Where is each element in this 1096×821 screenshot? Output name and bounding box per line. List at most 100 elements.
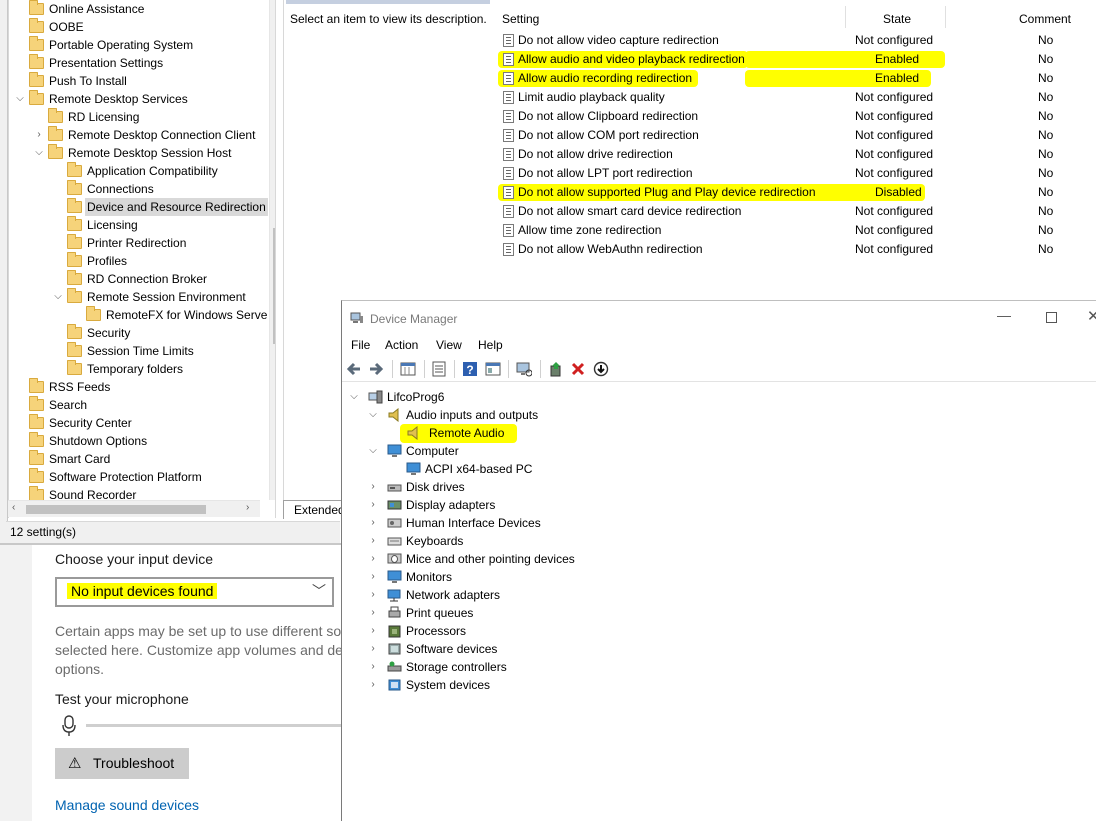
- device-tree-item[interactable]: ⌵ Computer: [342, 442, 742, 460]
- tree-item[interactable]: Temporary folders: [9, 360, 269, 378]
- column-header-comment[interactable]: Comment: [1019, 12, 1071, 26]
- column-header-setting[interactable]: Setting: [502, 12, 539, 26]
- troubleshoot-button[interactable]: ⚠ Troubleshoot: [55, 748, 189, 779]
- tree-item[interactable]: Presentation Settings: [9, 54, 269, 72]
- chevron-right-icon[interactable]: ›: [368, 550, 378, 568]
- properties-grid-icon[interactable]: [400, 361, 416, 377]
- column-header-state[interactable]: State: [883, 12, 911, 26]
- title-bar[interactable]: Device Manager — ✕: [342, 301, 1096, 334]
- scroll-down-arrow-icon[interactable]: ▼: [274, 486, 275, 496]
- device-tree-item[interactable]: › Keyboards: [342, 532, 742, 550]
- setting-row[interactable]: Do not allow smart card device redirecti…: [495, 202, 1096, 221]
- chevron-right-icon[interactable]: ›: [368, 532, 378, 550]
- device-tree-item[interactable]: › Human Interface Devices: [342, 514, 742, 532]
- tree-item[interactable]: Licensing: [9, 216, 269, 234]
- setting-row[interactable]: Do not allow COM port redirection Not con…: [495, 126, 1096, 145]
- chevron-right-icon[interactable]: ›: [368, 496, 378, 514]
- manage-sound-devices-link[interactable]: Manage sound devices: [55, 797, 199, 813]
- tree-item[interactable]: Shutdown Options: [9, 432, 269, 450]
- setting-row[interactable]: Allow audio recording redirection Enabled…: [495, 69, 1096, 88]
- setting-row[interactable]: Do not allow supported Plug and Play dev…: [495, 183, 1096, 202]
- device-tree-item[interactable]: › System devices: [342, 676, 742, 694]
- policy-tree[interactable]: Online Assistance OOBE Portable Operating …: [8, 0, 276, 518]
- disable-device-icon[interactable]: [593, 361, 609, 377]
- maximize-icon[interactable]: [1046, 312, 1057, 323]
- chevron-right-icon[interactable]: ›: [368, 640, 378, 658]
- forward-arrow-icon[interactable]: [368, 361, 384, 377]
- tree-item[interactable]: OOBE: [9, 18, 269, 36]
- device-tree-item[interactable]: › Network adapters: [342, 586, 742, 604]
- tree-item[interactable]: Portable Operating System: [9, 36, 269, 54]
- scrollbar-thumb[interactable]: [26, 505, 206, 514]
- tree-item[interactable]: ⌵ Remote Desktop Session Host: [9, 144, 269, 162]
- setting-row[interactable]: Allow time zone redirection Not configure…: [495, 221, 1096, 240]
- input-device-dropdown[interactable]: No input devices found ﹀: [55, 577, 334, 607]
- chevron-right-icon[interactable]: ›: [368, 676, 378, 694]
- tree-item[interactable]: Application Compatibility: [9, 162, 269, 180]
- tree-horizontal-scrollbar[interactable]: ‹ ›: [8, 500, 260, 517]
- setting-row[interactable]: Limit audio playback quality Not configur…: [495, 88, 1096, 107]
- setting-row[interactable]: Do not allow drive redirection Not config…: [495, 145, 1096, 164]
- menu-view[interactable]: View: [436, 338, 462, 352]
- tree-item[interactable]: Profiles: [9, 252, 269, 270]
- update-driver-icon[interactable]: [548, 361, 564, 377]
- uninstall-device-icon[interactable]: [570, 361, 586, 377]
- chevron-right-icon[interactable]: ›: [368, 622, 378, 640]
- scroll-left-arrow-icon[interactable]: ‹: [12, 502, 15, 513]
- chevron-right-icon[interactable]: ›: [368, 658, 378, 676]
- device-tree-item[interactable]: › Monitors: [342, 568, 742, 586]
- device-tree-item[interactable]: › Mice and other pointing devices: [342, 550, 742, 568]
- device-tree-item[interactable]: ⌵ Audio inputs and outputs: [342, 406, 742, 424]
- setting-row[interactable]: Do not allow Clipboard redirection Not co…: [495, 107, 1096, 126]
- device-tree-item[interactable]: › Software devices: [342, 640, 742, 658]
- device-tree-item[interactable]: › Disk drives: [342, 478, 742, 496]
- chevron-down-icon[interactable]: ⌵: [368, 442, 378, 460]
- device-tree-item[interactable]: › Processors: [342, 622, 742, 640]
- chevron-right-icon[interactable]: ›: [34, 126, 44, 144]
- scrollbar-thumb[interactable]: [273, 228, 275, 344]
- tree-item[interactable]: Device and Resource Redirection: [9, 198, 269, 216]
- column-divider[interactable]: [945, 6, 946, 28]
- chevron-right-icon[interactable]: ›: [368, 514, 378, 532]
- tree-item[interactable]: Online Assistance: [9, 0, 269, 18]
- tree-item[interactable]: Connections: [9, 180, 269, 198]
- chevron-right-icon[interactable]: ›: [368, 478, 378, 496]
- menu-action[interactable]: Action: [385, 338, 418, 352]
- tree-item[interactable]: ⌵ Remote Session Environment: [9, 288, 269, 306]
- scan-hardware-icon[interactable]: [516, 361, 532, 377]
- setting-row[interactable]: Allow audio and video playback redirecti…: [495, 50, 1096, 69]
- help-icon[interactable]: ?: [462, 361, 478, 377]
- close-icon[interactable]: ✕: [1087, 307, 1096, 325]
- tree-item[interactable]: Smart Card: [9, 450, 269, 468]
- details-pane-icon[interactable]: [485, 361, 501, 377]
- setting-row[interactable]: Do not allow video capture redirection No…: [495, 31, 1096, 50]
- chevron-down-icon[interactable]: ⌵: [15, 90, 25, 108]
- list-view-icon[interactable]: [431, 361, 447, 377]
- scroll-right-arrow-icon[interactable]: ›: [246, 502, 249, 513]
- menu-help[interactable]: Help: [478, 338, 503, 352]
- chevron-right-icon[interactable]: ›: [368, 586, 378, 604]
- device-tree-item[interactable]: › Print queues: [342, 604, 742, 622]
- chevron-down-icon[interactable]: ⌵: [368, 406, 378, 424]
- tree-item[interactable]: Printer Redirection: [9, 234, 269, 252]
- tree-item[interactable]: Search: [9, 396, 269, 414]
- chevron-right-icon[interactable]: ›: [368, 604, 378, 622]
- setting-row[interactable]: Do not allow WebAuthn redirection Not con…: [495, 240, 1096, 259]
- chevron-down-icon[interactable]: ⌵: [349, 388, 359, 406]
- back-arrow-icon[interactable]: [346, 361, 362, 377]
- device-tree-item[interactable]: ACPI x64-based PC: [342, 460, 742, 478]
- chevron-down-icon[interactable]: ⌵: [34, 144, 44, 162]
- tree-item[interactable]: ⌵ Remote Desktop Services: [9, 90, 269, 108]
- tree-item[interactable]: Security: [9, 324, 269, 342]
- tab-extended[interactable]: Extended: [283, 500, 343, 519]
- tree-item[interactable]: Session Time Limits: [9, 342, 269, 360]
- tree-item[interactable]: RSS Feeds: [9, 378, 269, 396]
- tree-item[interactable]: Push To Install: [9, 72, 269, 90]
- menu-file[interactable]: File: [351, 338, 370, 352]
- tree-item[interactable]: Software Protection Platform: [9, 468, 269, 486]
- tree-item[interactable]: › Remote Desktop Connection Client: [9, 126, 269, 144]
- setting-row[interactable]: Do not allow LPT port redirection Not con…: [495, 164, 1096, 183]
- tree-vertical-scrollbar[interactable]: ▼: [269, 0, 275, 500]
- column-divider[interactable]: [845, 6, 846, 28]
- tree-item[interactable]: RemoteFX for Windows Serve: [9, 306, 269, 324]
